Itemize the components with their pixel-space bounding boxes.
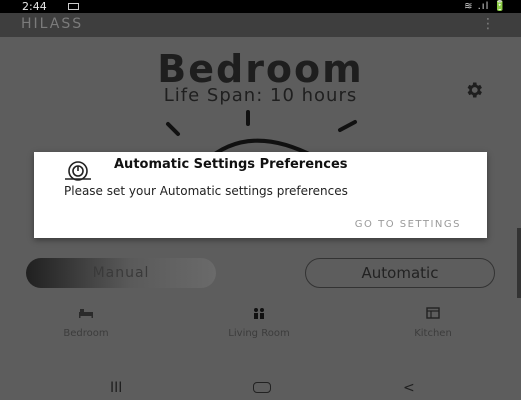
tab-living-room-label: Living Room bbox=[228, 328, 290, 339]
bed-icon bbox=[79, 309, 93, 318]
app-title: HILASS bbox=[21, 16, 84, 32]
app-bar: HILASS ⋮ bbox=[0, 13, 521, 37]
manual-button[interactable]: Manual bbox=[26, 258, 216, 288]
tab-kitchen-label: Kitchen bbox=[414, 328, 452, 339]
dialog-message: Please set your Automatic settings prefe… bbox=[64, 184, 348, 198]
scrollbar-thumb[interactable] bbox=[517, 228, 521, 298]
tab-kitchen[interactable]: Kitchen bbox=[378, 306, 488, 339]
status-bar: 2:44 ≋ .ıl 🔋 bbox=[0, 0, 521, 13]
automatic-settings-dialog: Automatic Settings Preferences Please se… bbox=[34, 152, 487, 238]
tab-bedroom-label: Bedroom bbox=[63, 328, 109, 339]
tab-bedroom[interactable]: Bedroom bbox=[31, 306, 141, 339]
system-nav-bar: III < bbox=[0, 377, 521, 400]
tab-living-room[interactable]: Living Room bbox=[204, 306, 314, 339]
recents-button[interactable]: III bbox=[110, 380, 122, 396]
people-icon bbox=[254, 308, 264, 319]
kitchen-icon bbox=[426, 307, 440, 319]
automatic-button[interactable]: Automatic bbox=[305, 258, 495, 288]
go-to-settings-button[interactable]: GO TO SETTINGS bbox=[355, 219, 461, 230]
overflow-menu-icon[interactable]: ⋮ bbox=[481, 16, 495, 32]
status-time: 2:44 bbox=[22, 0, 47, 13]
system-status-icons: ≋ .ıl 🔋 bbox=[464, 1, 507, 12]
home-button[interactable] bbox=[253, 382, 271, 393]
back-button[interactable]: < bbox=[403, 380, 415, 396]
dial-icon bbox=[65, 161, 91, 181]
image-notification-icon bbox=[68, 3, 79, 10]
settings-gear-icon[interactable] bbox=[464, 80, 484, 100]
dialog-title: Automatic Settings Preferences bbox=[114, 157, 348, 172]
